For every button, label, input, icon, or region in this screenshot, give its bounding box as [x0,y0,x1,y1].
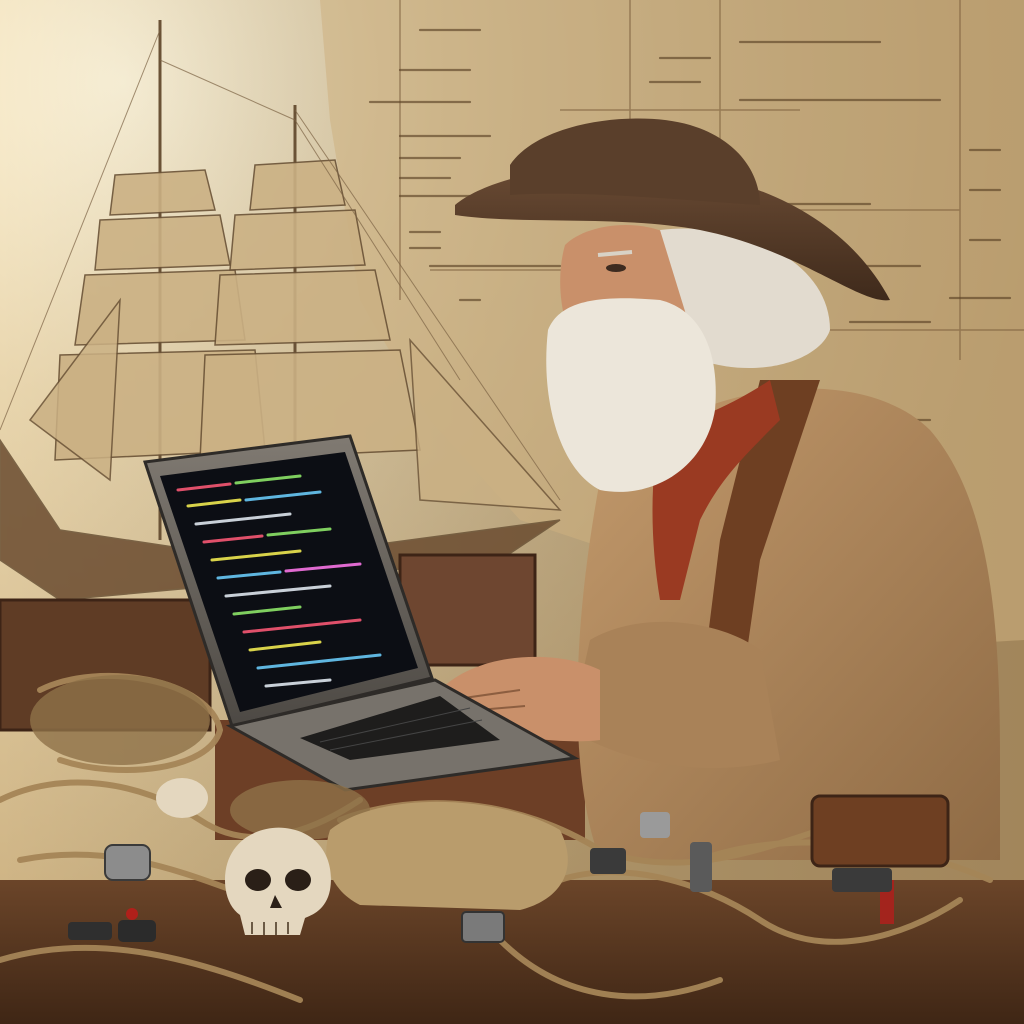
eye [606,264,626,272]
sail [229,209,366,271]
sail [94,214,231,271]
sail [214,269,391,346]
sail [249,159,346,211]
small-skull [156,778,208,818]
sail [109,169,216,216]
rope-coil [30,675,210,765]
burlap-sack [326,801,568,910]
pirate-coder-scene [0,0,1024,1024]
illustration [0,0,1024,1024]
